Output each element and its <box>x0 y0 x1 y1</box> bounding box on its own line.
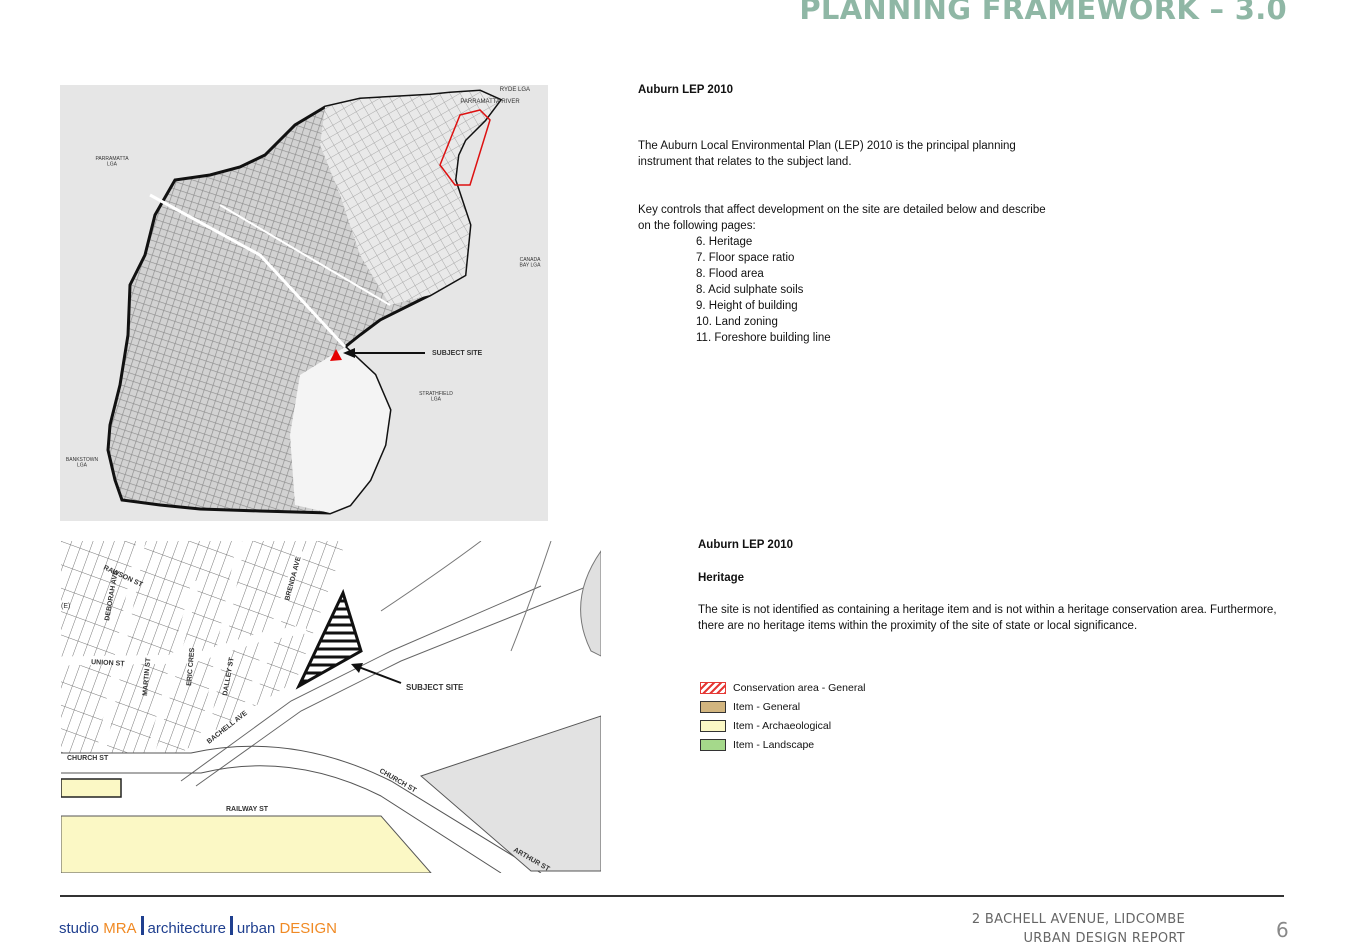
label-railway-st: RAILWAY ST <box>226 806 269 813</box>
label-edge-e: (E) <box>61 603 70 610</box>
label-subject-site-detail: SUBJECT SITE <box>406 683 464 692</box>
control-item: 6. Heritage <box>696 236 753 248</box>
brand-divider <box>140 916 144 935</box>
label-strathfield-lga: STRATHFIELD LGA <box>419 391 453 403</box>
heritage-paragraph: The site is not identified as containing… <box>698 604 1277 632</box>
label-parramatta-river: PARRAMATTA RIVER <box>460 99 520 105</box>
heritage-map: SUBJECT SITE (E) RAWSON ST DEBORAH AVE B… <box>61 541 601 873</box>
footer-address: 2 BACHELL AVENUE, LIDCOMBE URBAN DESIGN … <box>972 910 1185 948</box>
lep-controls-paragraph: Key controls that affect development on … <box>638 204 1046 232</box>
lep-heading: Auburn LEP 2010 <box>638 84 734 96</box>
brand-architecture: architecture <box>147 920 226 937</box>
lep-intro-paragraph: The Auburn Local Environmental Plan (LEP… <box>638 140 1016 168</box>
address-line: 2 BACHELL AVENUE, LIDCOMBE <box>971 912 1185 927</box>
legend-swatch-archaeological <box>700 719 726 732</box>
lep-overview-section: Auburn LEP 2010 The Auburn Local Environ… <box>638 82 1058 346</box>
legend-item: Item - General <box>700 697 866 716</box>
footer-divider <box>60 895 1284 897</box>
control-item: 8. Acid sulphate soils <box>696 284 804 296</box>
studio-logo: studio MRA architecture urban DESIGN <box>59 916 337 937</box>
control-item: 8. Flood area <box>696 268 764 280</box>
brand-studio: studio <box>59 920 100 937</box>
report-title: URBAN DESIGN REPORT <box>1023 931 1185 946</box>
archaeological-item-large <box>61 815 432 873</box>
legend-swatch-general <box>700 700 726 713</box>
legend-swatch-landscape <box>700 738 726 751</box>
grey-railway-land <box>420 715 601 872</box>
label-subject-site: SUBJECT SITE <box>432 350 483 357</box>
control-item: 9. Height of building <box>696 300 798 312</box>
lga-overview-map: RYDE LGA PARRAMATTA RIVER PARRAMATTA LGA … <box>60 85 548 521</box>
brand-divider <box>229 916 233 935</box>
label-church-st-right: CHURCH ST <box>378 768 418 795</box>
grey-open-space <box>580 550 601 657</box>
brand-design: DESIGN <box>279 920 337 937</box>
legend-label: Item - Archaeological <box>733 719 832 732</box>
heritage-subheading: Heritage <box>698 572 745 584</box>
control-item: 11. Foreshore building line <box>696 332 831 344</box>
heritage-legend: Conservation area - General Item - Gener… <box>700 678 866 754</box>
heritage-map-graphic: SUBJECT SITE (E) RAWSON ST DEBORAH AVE B… <box>61 541 601 873</box>
legend-item: Item - Landscape <box>700 735 866 754</box>
brand-urban: urban <box>236 920 276 937</box>
page-title: PLANNING FRAMEWORK – 3.0 <box>799 0 1287 26</box>
archaeological-item-small <box>61 778 122 798</box>
legend-label: Conservation area - General <box>733 681 866 694</box>
label-canada-bay-lga: CANADA BAY LGA <box>520 257 542 269</box>
heritage-lep-heading: Auburn LEP 2010 <box>698 539 794 551</box>
legend-label: Item - Landscape <box>733 738 815 751</box>
controls-list: 6. Heritage 7. Floor space ratio 8. Floo… <box>638 234 1058 346</box>
control-item: 7. Floor space ratio <box>696 252 795 264</box>
legend-item: Conservation area - General <box>700 678 866 697</box>
label-parramatta-lga: PARRAMATTA LGA <box>95 156 129 168</box>
heritage-section: Auburn LEP 2010 Heritage The site is not… <box>698 537 1278 634</box>
label-ryde-lga: RYDE LGA <box>500 87 530 93</box>
lga-map-graphic: RYDE LGA PARRAMATTA RIVER PARRAMATTA LGA … <box>66 87 542 515</box>
legend-item: Item - Archaeological <box>700 716 866 735</box>
legend-swatch-conservation <box>700 681 726 694</box>
label-bankstown-lga: BANKSTOWN LGA <box>66 457 99 469</box>
brand-mra: MRA <box>103 920 137 937</box>
control-item: 10. Land zoning <box>696 316 778 328</box>
southern-open-area <box>290 347 390 513</box>
legend-label: Item - General <box>733 700 801 713</box>
page-number: 6 <box>1276 918 1289 942</box>
label-church-st-left: CHURCH ST <box>67 755 109 762</box>
